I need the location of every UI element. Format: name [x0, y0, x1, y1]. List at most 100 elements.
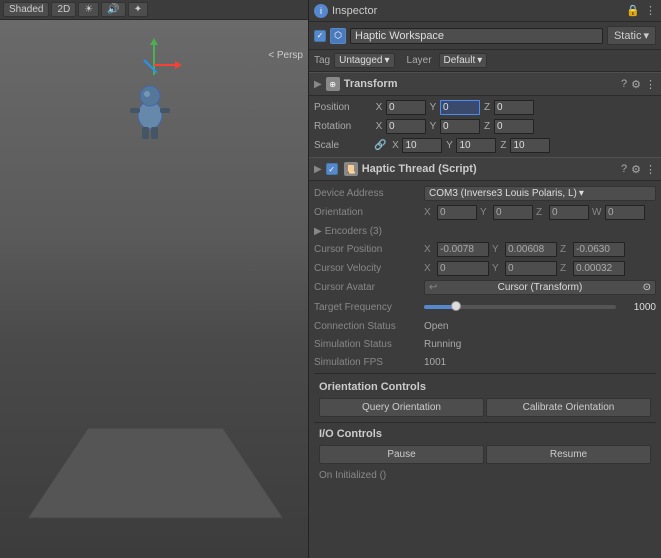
cursor-avatar-row: Cursor Avatar ↩ Cursor (Transform) ⊙: [314, 278, 656, 297]
transform-icon: ⊕: [326, 77, 340, 91]
encoders-row: ▶ Encoders (3): [314, 222, 656, 240]
cursor-pos-z-input[interactable]: [573, 242, 625, 257]
on-initialized-label: On Initialized (): [319, 470, 386, 481]
rotation-label: Rotation: [314, 121, 374, 132]
pos-x-label: X: [374, 102, 384, 113]
scene-canvas[interactable]: < Persp: [0, 20, 308, 558]
cursor-pos-y-input[interactable]: [505, 242, 557, 257]
scale-y-label: Y: [444, 140, 454, 151]
simulation-fps-row: Simulation FPS 1001: [314, 353, 656, 371]
inspector-info-icon: i: [314, 4, 328, 18]
scene-tool-btn[interactable]: Shaded: [3, 2, 49, 17]
target-frequency-label: Target Frequency: [314, 302, 424, 313]
cursor-avatar-dropdown[interactable]: ↩ Cursor (Transform) ⊙: [424, 280, 656, 295]
device-address-dropdown-icon: ▾: [579, 188, 584, 199]
cursor-pos-x-input[interactable]: [437, 242, 489, 257]
orientation-z-input[interactable]: [549, 205, 589, 220]
encoders-label: Encoders (3): [325, 226, 382, 237]
static-dropdown-icon[interactable]: ▾: [643, 29, 649, 42]
transform-title: Transform: [344, 78, 617, 90]
scale-xyz: 🔗 X Y Z: [374, 138, 656, 153]
cursor-avatar-type-icon: ↩: [429, 282, 437, 293]
scene-2d-btn[interactable]: 2D: [51, 2, 76, 17]
cursor-vel-x-input[interactable]: [437, 261, 489, 276]
target-frequency-slider[interactable]: [424, 305, 616, 309]
pause-button[interactable]: Pause: [319, 445, 484, 464]
inspector-lock-icon[interactable]: 🔒: [626, 4, 640, 17]
device-address-row: Device Address COM3 (Inverse3 Louis Pola…: [314, 184, 656, 203]
haptic-thread-title: Haptic Thread (Script): [362, 163, 617, 175]
rotation-x-input[interactable]: [386, 119, 426, 134]
rotation-row: Rotation X Y Z: [314, 117, 656, 136]
transform-header: ▶ ⊕ Transform ? ⚙ ⋮: [309, 72, 661, 96]
position-z-input[interactable]: [494, 100, 534, 115]
haptic-icon: 📜: [344, 162, 358, 176]
resume-button[interactable]: Resume: [486, 445, 651, 464]
haptic-help-icon[interactable]: ?: [621, 163, 627, 176]
position-x-input[interactable]: [386, 100, 426, 115]
layer-dropdown[interactable]: Default ▾: [439, 53, 488, 68]
cursor-avatar-value: Cursor (Transform): [498, 282, 583, 293]
orientation-y-input[interactable]: [493, 205, 533, 220]
io-controls-buttons: Pause Resume: [314, 443, 656, 467]
inspector-title: i Inspector: [314, 4, 377, 18]
transform-header-icons: ? ⚙ ⋮: [621, 78, 656, 91]
transform-expand-icon[interactable]: ▶: [314, 79, 322, 90]
transform-settings-icon[interactable]: ⚙: [631, 78, 641, 91]
rotation-y-input[interactable]: [440, 119, 480, 134]
transform-help-icon[interactable]: ?: [621, 78, 627, 91]
cursor-velocity-xyz: X Y Z: [424, 261, 656, 276]
connection-status-label: Connection Status: [314, 321, 424, 332]
orientation-label: Orientation: [314, 207, 424, 218]
inspector-title-text: Inspector: [332, 5, 377, 17]
query-orientation-button[interactable]: Query Orientation: [319, 398, 484, 417]
scene-view: Shaded 2D ☀ 🔊 ✦ ✋ ✥ ↺ ⊡ ⛶ < Persp: [0, 0, 308, 558]
scale-z-label: Z: [498, 140, 508, 151]
inspector-menu-icon[interactable]: ⋮: [645, 4, 656, 17]
simulation-status-row: Simulation Status Running: [314, 335, 656, 353]
scale-row: Scale 🔗 X Y Z: [314, 136, 656, 155]
haptic-expand-icon[interactable]: ▶: [314, 164, 322, 175]
position-row: Position X Y Z: [314, 98, 656, 117]
cursor-avatar-label: Cursor Avatar: [314, 282, 424, 293]
position-label: Position: [314, 102, 374, 113]
scene-object: [120, 80, 180, 163]
persp-label: < Persp: [268, 50, 303, 61]
cursor-velocity-row: Cursor Velocity X Y Z: [314, 259, 656, 278]
pos-y-label: Y: [428, 102, 438, 113]
cursor-velocity-label: Cursor Velocity: [314, 263, 424, 274]
gameobject-checkbox[interactable]: ✓: [314, 30, 326, 42]
gameobject-name-input[interactable]: [350, 28, 603, 44]
inspector-header: i Inspector 🔒 ⋮: [309, 0, 661, 22]
orientation-controls-buttons: Query Orientation Calibrate Orientation: [314, 396, 656, 420]
orientation-x-input[interactable]: [437, 205, 477, 220]
layer-label: Layer: [407, 55, 432, 66]
scale-y-input[interactable]: [456, 138, 496, 153]
inspector-header-icons: 🔒 ⋮: [626, 4, 656, 17]
orientation-row: Orientation X Y Z W: [314, 203, 656, 222]
scale-x-input[interactable]: [402, 138, 442, 153]
rotation-xyz: X Y Z: [374, 119, 656, 134]
position-y-input[interactable]: [440, 100, 480, 115]
cursor-vel-y-input[interactable]: [505, 261, 557, 276]
scene-light-btn[interactable]: ☀: [78, 2, 99, 17]
haptic-checkbox[interactable]: ✓: [326, 163, 338, 175]
position-xyz: X Y Z: [374, 100, 656, 115]
tag-dropdown[interactable]: Untagged ▾: [334, 53, 394, 68]
tag-layer-row: Tag Untagged ▾ Layer Default ▾: [309, 50, 661, 72]
freq-slider-thumb[interactable]: [451, 301, 461, 311]
inspector-panel: i Inspector 🔒 ⋮ ✓ ⬡ Static ▾ Tag Untagge…: [308, 0, 661, 558]
scene-fx-btn[interactable]: ✦: [128, 2, 148, 17]
encoders-arrow-icon[interactable]: ▶: [314, 226, 322, 237]
transform-menu-icon[interactable]: ⋮: [645, 78, 656, 91]
rotation-z-input[interactable]: [494, 119, 534, 134]
orientation-w-input[interactable]: [605, 205, 645, 220]
haptic-settings-icon[interactable]: ⚙: [631, 163, 641, 176]
target-frequency-row: Target Frequency 1000: [314, 297, 656, 317]
cursor-vel-z-input[interactable]: [573, 261, 625, 276]
scene-audio-btn[interactable]: 🔊: [101, 2, 125, 17]
scale-z-input[interactable]: [510, 138, 550, 153]
device-address-dropdown[interactable]: COM3 (Inverse3 Louis Polaris, L) ▾: [424, 186, 656, 201]
calibrate-orientation-button[interactable]: Calibrate Orientation: [486, 398, 651, 417]
haptic-menu-icon[interactable]: ⋮: [645, 163, 656, 176]
